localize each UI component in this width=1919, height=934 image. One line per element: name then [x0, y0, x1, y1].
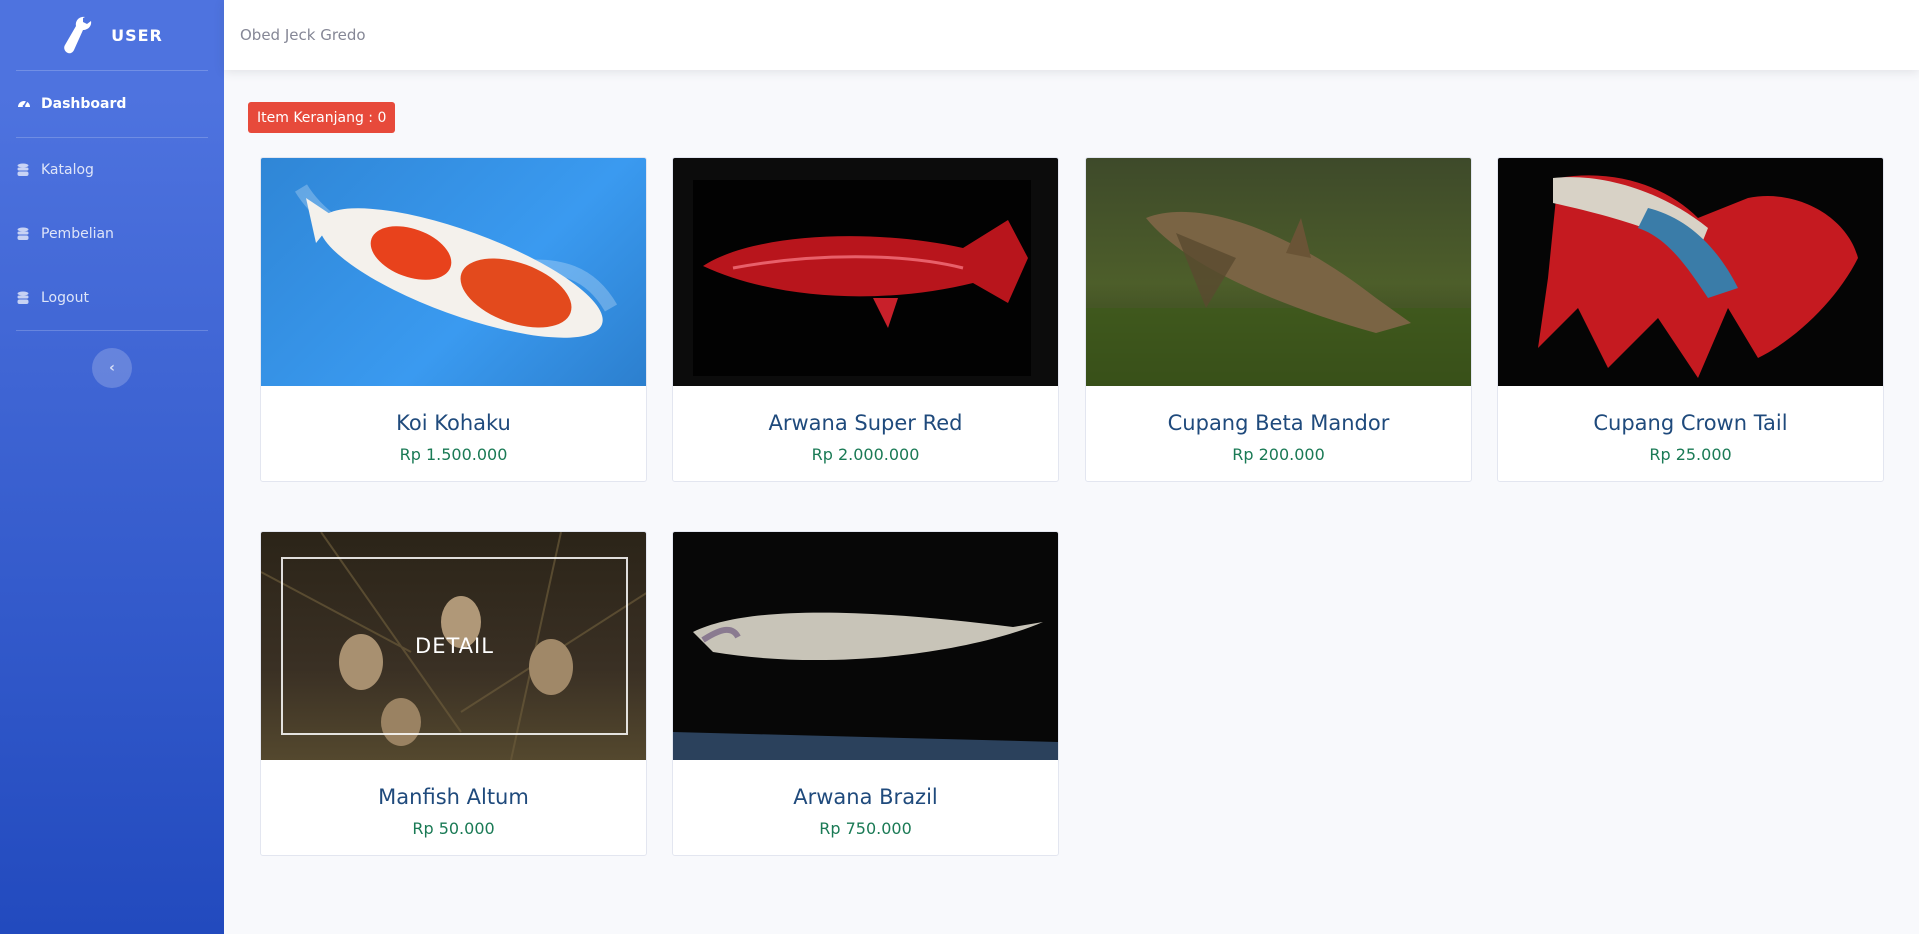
user-name[interactable]: Obed Jeck Gredo [240, 26, 366, 44]
chevron-left-icon: ‹ [109, 360, 115, 376]
product-card-body: Manfish Altum Rp 50.000 [261, 760, 646, 838]
sidebar-item-label: Katalog [41, 162, 94, 178]
tachometer-icon [17, 97, 31, 111]
product-image[interactable] [1086, 158, 1471, 386]
topbar: Obed Jeck Gredo [224, 0, 1919, 70]
sidebar-toggle-button[interactable]: ‹ [92, 348, 132, 388]
product-name[interactable]: Arwana Super Red [673, 411, 1058, 435]
product-card[interactable]: Cupang Crown Tail Rp 25.000 [1497, 157, 1884, 482]
sidebar: USER Dashboard Katalog Pembelian Logout … [0, 0, 224, 934]
brand-text: USER [111, 25, 163, 45]
product-card[interactable]: Arwana Brazil Rp 750.000 [672, 531, 1059, 856]
sidebar-toggle-wrap: ‹ [0, 348, 224, 388]
product-price: Rp 25.000 [1649, 445, 1732, 464]
product-name[interactable]: Cupang Crown Tail [1498, 411, 1883, 435]
product-image[interactable] [673, 532, 1058, 760]
database-icon [17, 163, 31, 177]
product-image[interactable] [673, 158, 1058, 386]
product-price: Rp 2.000.000 [811, 445, 920, 464]
sidebar-item-dashboard[interactable]: Dashboard [0, 71, 224, 137]
product-card[interactable]: Koi Kohaku Rp 1.500.000 [260, 157, 647, 482]
detail-label: DETAIL [415, 634, 494, 658]
product-card-body: Arwana Super Red Rp 2.000.000 [673, 386, 1058, 464]
product-card-body: Koi Kohaku Rp 1.500.000 [261, 386, 646, 464]
product-name[interactable]: Manfish Altum [261, 785, 646, 809]
product-card[interactable]: Arwana Super Red Rp 2.000.000 [672, 157, 1059, 482]
cart-badge[interactable]: Item Keranjang : 0 [248, 102, 396, 133]
wrench-icon [64, 16, 92, 54]
product-price: Rp 200.000 [1232, 445, 1325, 464]
product-image[interactable] [261, 158, 646, 386]
product-card-body: Cupang Beta Mandor Rp 200.000 [1086, 386, 1471, 464]
database-icon [17, 227, 31, 241]
product-price: Rp 50.000 [412, 819, 495, 838]
product-name[interactable]: Arwana Brazil [673, 785, 1058, 809]
sidebar-item-katalog[interactable]: Katalog [0, 138, 224, 202]
product-card[interactable]: DETAIL Manfish Altum Rp 50.000 [260, 531, 647, 856]
database-icon [17, 291, 31, 305]
sidebar-divider [16, 330, 208, 331]
product-price: Rp 1.500.000 [399, 445, 508, 464]
sidebar-item-label: Logout [41, 290, 89, 306]
sidebar-item-label: Pembelian [41, 226, 114, 242]
product-name[interactable]: Cupang Beta Mandor [1086, 411, 1471, 435]
sidebar-brand[interactable]: USER [0, 0, 224, 70]
product-price: Rp 750.000 [819, 819, 912, 838]
product-card-body: Cupang Crown Tail Rp 25.000 [1498, 386, 1883, 464]
sidebar-item-label: Dashboard [41, 96, 127, 112]
detail-overlay[interactable]: DETAIL [281, 557, 628, 735]
product-image[interactable] [1498, 158, 1883, 386]
sidebar-item-pembelian[interactable]: Pembelian [0, 202, 224, 266]
product-name[interactable]: Koi Kohaku [261, 411, 646, 435]
sidebar-item-logout[interactable]: Logout [0, 266, 224, 330]
product-card[interactable]: Cupang Beta Mandor Rp 200.000 [1085, 157, 1472, 482]
product-card-body: Arwana Brazil Rp 750.000 [673, 760, 1058, 838]
product-image[interactable]: DETAIL [261, 532, 646, 760]
